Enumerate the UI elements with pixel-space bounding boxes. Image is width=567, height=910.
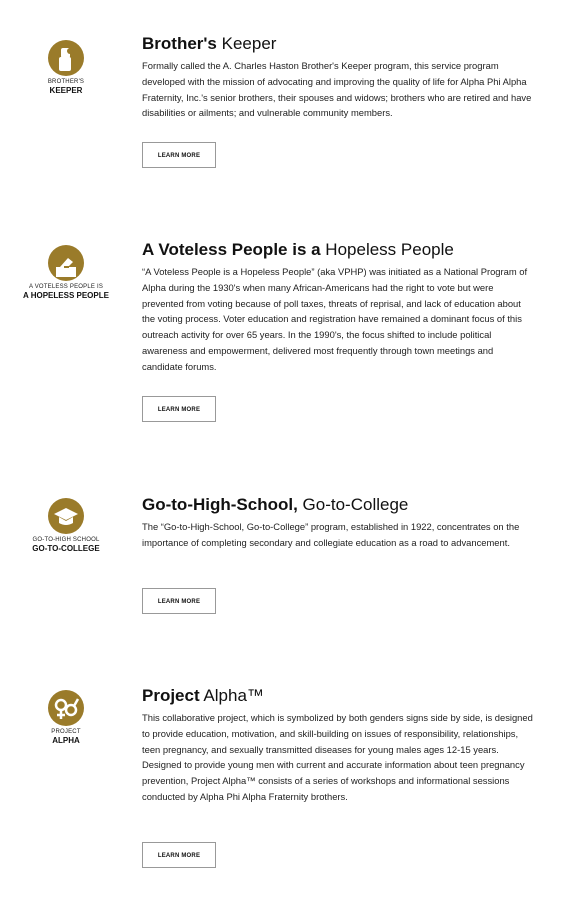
raised-fist-icon (48, 40, 84, 76)
logo-caption-bottom: KEEPER (49, 86, 83, 95)
ballot-hand-icon (48, 245, 84, 281)
logo-caption-top: PROJECT (51, 729, 81, 735)
logo-caption-top: BROTHER'S (47, 79, 85, 85)
voteless-people-logo: A VOTELESS PEOPLE IS A HOPELESS PEOPLE (16, 245, 116, 300)
logo-caption-top: A VOTELESS PEOPLE IS (28, 284, 104, 290)
project-alpha-logo: PROJECT ALPHA (16, 690, 116, 745)
program-content: A Voteless People is a Hopeless People “… (142, 240, 534, 375)
brothers-keeper-logo: BROTHER'S KEEPER (16, 40, 116, 95)
learn-more-button[interactable]: LEARN MORE (142, 588, 216, 614)
program-content: Brother's Keeper Formally called the A. … (142, 34, 534, 121)
gender-symbols-icon (48, 690, 84, 726)
learn-more-button[interactable]: LEARN MORE (142, 142, 216, 168)
go-to-college-logo: GO-TO-HIGH SCHOOL GO-TO-COLLEGE (16, 498, 116, 553)
program-description: “A Voteless People is a Hopeless People”… (142, 266, 528, 372)
program-title: Brother's Keeper (142, 34, 534, 54)
logo-caption-bottom: ALPHA (52, 736, 80, 745)
title-bold: Brother's (142, 34, 217, 53)
title-light: Hopeless People (320, 240, 454, 259)
program-description: The “Go-to-High-School, Go-to-College” p… (142, 521, 520, 548)
title-light: Go-to-College (297, 495, 409, 514)
title-light: Keeper (216, 34, 277, 53)
title-bold: Go-to-High-School, (142, 495, 298, 514)
learn-more-button[interactable]: LEARN MORE (142, 396, 216, 422)
program-title: Project Alpha™ (142, 686, 534, 706)
graduation-cap-icon (48, 498, 84, 534)
title-light: Alpha™ (199, 686, 264, 705)
logo-caption-top: GO-TO-HIGH SCHOOL (32, 537, 100, 543)
program-content: Project Alpha™ This collaborative projec… (142, 686, 534, 805)
program-content: Go-to-High-School, Go-to-College The “Go… (142, 495, 534, 551)
title-bold: Project (142, 686, 200, 705)
logo-caption-bottom: A HOPELESS PEOPLE (23, 291, 109, 300)
program-title: Go-to-High-School, Go-to-College (142, 495, 534, 515)
title-bold: A Voteless People is a (142, 240, 321, 259)
program-title: A Voteless People is a Hopeless People (142, 240, 534, 260)
learn-more-button[interactable]: LEARN MORE (142, 842, 216, 868)
program-description: Formally called the A. Charles Haston Br… (142, 60, 532, 119)
logo-caption-bottom: GO-TO-COLLEGE (32, 544, 100, 553)
program-description: This collaborative project, which is sym… (142, 712, 533, 802)
